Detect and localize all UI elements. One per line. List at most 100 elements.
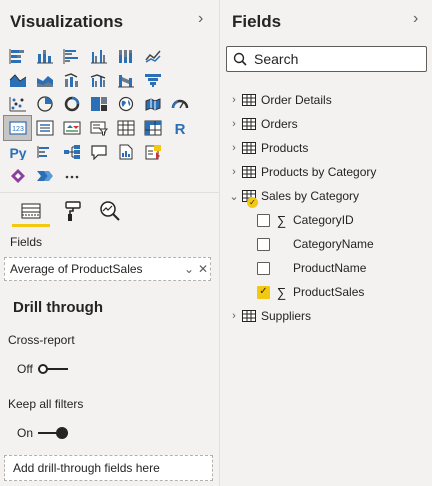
field-productsales[interactable]: ✓ ∑ ProductSales	[257, 280, 364, 304]
chevron-right-icon[interactable]: ›	[228, 94, 240, 106]
line-chart-icon[interactable]	[139, 44, 166, 68]
keep-all-filters-toggle[interactable]	[38, 427, 69, 439]
table-products-by-category[interactable]: › Products by Category	[228, 160, 376, 184]
card-icon[interactable]: 123	[3, 115, 32, 141]
field-productname[interactable]: ProductName	[257, 256, 366, 280]
scatter-chart-icon[interactable]	[4, 92, 31, 116]
clustered-column-chart-icon[interactable]	[85, 44, 112, 68]
decomposition-tree-icon[interactable]	[58, 140, 85, 164]
fields-well[interactable]: Average of ProductSales ⌄ ✕	[4, 257, 211, 281]
field-name: ProductName	[293, 261, 367, 275]
pie-chart-icon[interactable]	[31, 92, 58, 116]
line-and-clustered-column-chart-icon[interactable]	[85, 68, 112, 92]
table-products[interactable]: › Products	[228, 136, 308, 160]
chevron-down-icon[interactable]: ⌄	[228, 190, 240, 203]
map-icon[interactable]	[112, 92, 139, 116]
field-checkbox-checked[interactable]: ✓	[257, 285, 270, 299]
table-name: Sales by Category	[261, 189, 360, 203]
table-icon	[242, 166, 256, 178]
field-name: CategoryName	[293, 237, 374, 251]
well-field-chip[interactable]: Average of ProductSales	[10, 262, 182, 276]
table-sales-by-category[interactable]: ⌄ ✓ Sales by Category	[228, 184, 359, 208]
key-influencers-icon[interactable]	[31, 140, 58, 164]
chevron-right-icon[interactable]: ›	[228, 142, 240, 154]
selected-check-badge-icon: ✓	[247, 197, 258, 208]
sigma-icon: ∑	[276, 212, 287, 228]
field-name: CategoryID	[293, 213, 354, 227]
field-categoryid[interactable]: ∑ CategoryID	[257, 208, 354, 232]
well-remove-close-icon[interactable]: ✕	[196, 262, 210, 276]
format-paint-roller-icon[interactable]	[58, 197, 88, 225]
active-tab-indicator	[12, 224, 50, 227]
table-name: Order Details	[261, 93, 332, 107]
field-categoryname[interactable]: CategoryName	[257, 232, 374, 256]
line-and-stacked-column-chart-icon[interactable]	[58, 68, 85, 92]
table-orders[interactable]: › Orders	[228, 112, 298, 136]
drill-through-drop-zone[interactable]: Add drill-through fields here	[4, 455, 213, 481]
cross-report-toggle-row[interactable]: Off	[17, 362, 68, 376]
r-script-visual-icon[interactable]: R	[166, 116, 193, 140]
table-name: Products	[261, 141, 309, 155]
slicer-icon[interactable]	[85, 116, 112, 140]
visual-gallery: 123 R Py	[3, 44, 200, 188]
table-order-details[interactable]: › Order Details	[228, 88, 332, 112]
cross-report-toggle[interactable]	[37, 364, 68, 374]
stacked-bar-chart-icon[interactable]	[4, 44, 31, 68]
field-checkbox[interactable]	[257, 261, 270, 275]
keep-all-filters-toggle-row[interactable]: On	[17, 426, 69, 440]
fields-section-label: Fields	[10, 235, 43, 249]
area-chart-icon[interactable]	[4, 68, 31, 92]
treemap-icon[interactable]	[85, 92, 112, 116]
search-icon	[233, 52, 247, 66]
table-name: Products by Category	[261, 165, 377, 179]
sigma-icon: ∑	[276, 284, 287, 300]
more-visuals-icon[interactable]	[58, 164, 85, 188]
funnel-chart-icon[interactable]	[139, 68, 166, 92]
search-box[interactable]	[226, 46, 427, 72]
table-icon	[242, 142, 256, 154]
chevron-right-icon[interactable]: ›	[228, 166, 240, 178]
power-apps-icon[interactable]	[4, 164, 31, 188]
visualizations-pane: Visualizations › 123 R Py Fields Average…	[0, 0, 220, 486]
kpi-icon[interactable]	[58, 116, 85, 140]
multi-row-card-icon[interactable]	[31, 116, 58, 140]
donut-chart-icon[interactable]	[58, 92, 85, 116]
table-icon: ✓	[242, 190, 258, 208]
smart-narrative-icon[interactable]	[112, 140, 139, 164]
stacked-area-chart-icon[interactable]	[31, 68, 58, 92]
ribbon-chart-icon[interactable]	[112, 68, 139, 92]
fields-pane: Fields › › Order Details › Orders › Prod…	[221, 0, 432, 486]
collapse-visualizations-chevron-right-icon[interactable]: ›	[198, 10, 203, 28]
gauge-icon[interactable]	[166, 92, 193, 116]
visualizations-title: Visualizations	[10, 12, 124, 31]
svg-text:Py: Py	[9, 145, 26, 160]
collapse-fields-chevron-right-icon[interactable]: ›	[413, 10, 418, 28]
table-name: Suppliers	[261, 309, 312, 323]
chevron-right-icon[interactable]: ›	[228, 118, 240, 130]
clustered-bar-chart-icon[interactable]	[58, 44, 85, 68]
cross-report-state: Off	[17, 362, 33, 376]
field-checkbox[interactable]	[257, 237, 270, 251]
table-suppliers[interactable]: › Suppliers	[228, 304, 311, 328]
qa-visual-icon[interactable]	[85, 140, 112, 164]
paginated-report-icon[interactable]	[139, 140, 166, 164]
well-chevron-down-icon[interactable]: ⌄	[182, 262, 196, 276]
field-checkbox[interactable]	[257, 213, 270, 227]
fields-tab-icon[interactable]	[16, 197, 46, 225]
stacked-column-chart-icon[interactable]	[31, 44, 58, 68]
power-automate-icon[interactable]	[31, 164, 58, 188]
matrix-icon[interactable]	[139, 116, 166, 140]
table-icon	[242, 94, 256, 106]
search-input[interactable]	[254, 51, 414, 67]
keep-all-filters-label: Keep all filters	[8, 397, 84, 411]
filled-map-icon[interactable]	[139, 92, 166, 116]
analytics-magnifier-icon[interactable]	[95, 197, 125, 225]
svg-text:123: 123	[12, 126, 24, 133]
table-icon	[242, 310, 256, 322]
pane-tabs	[0, 192, 220, 228]
python-visual-icon[interactable]: Py	[4, 140, 31, 164]
table-icon[interactable]	[112, 116, 139, 140]
100-percent-stacked-bar-chart-icon[interactable]	[112, 44, 139, 68]
table-icon	[242, 118, 256, 130]
chevron-right-icon[interactable]: ›	[228, 310, 240, 322]
